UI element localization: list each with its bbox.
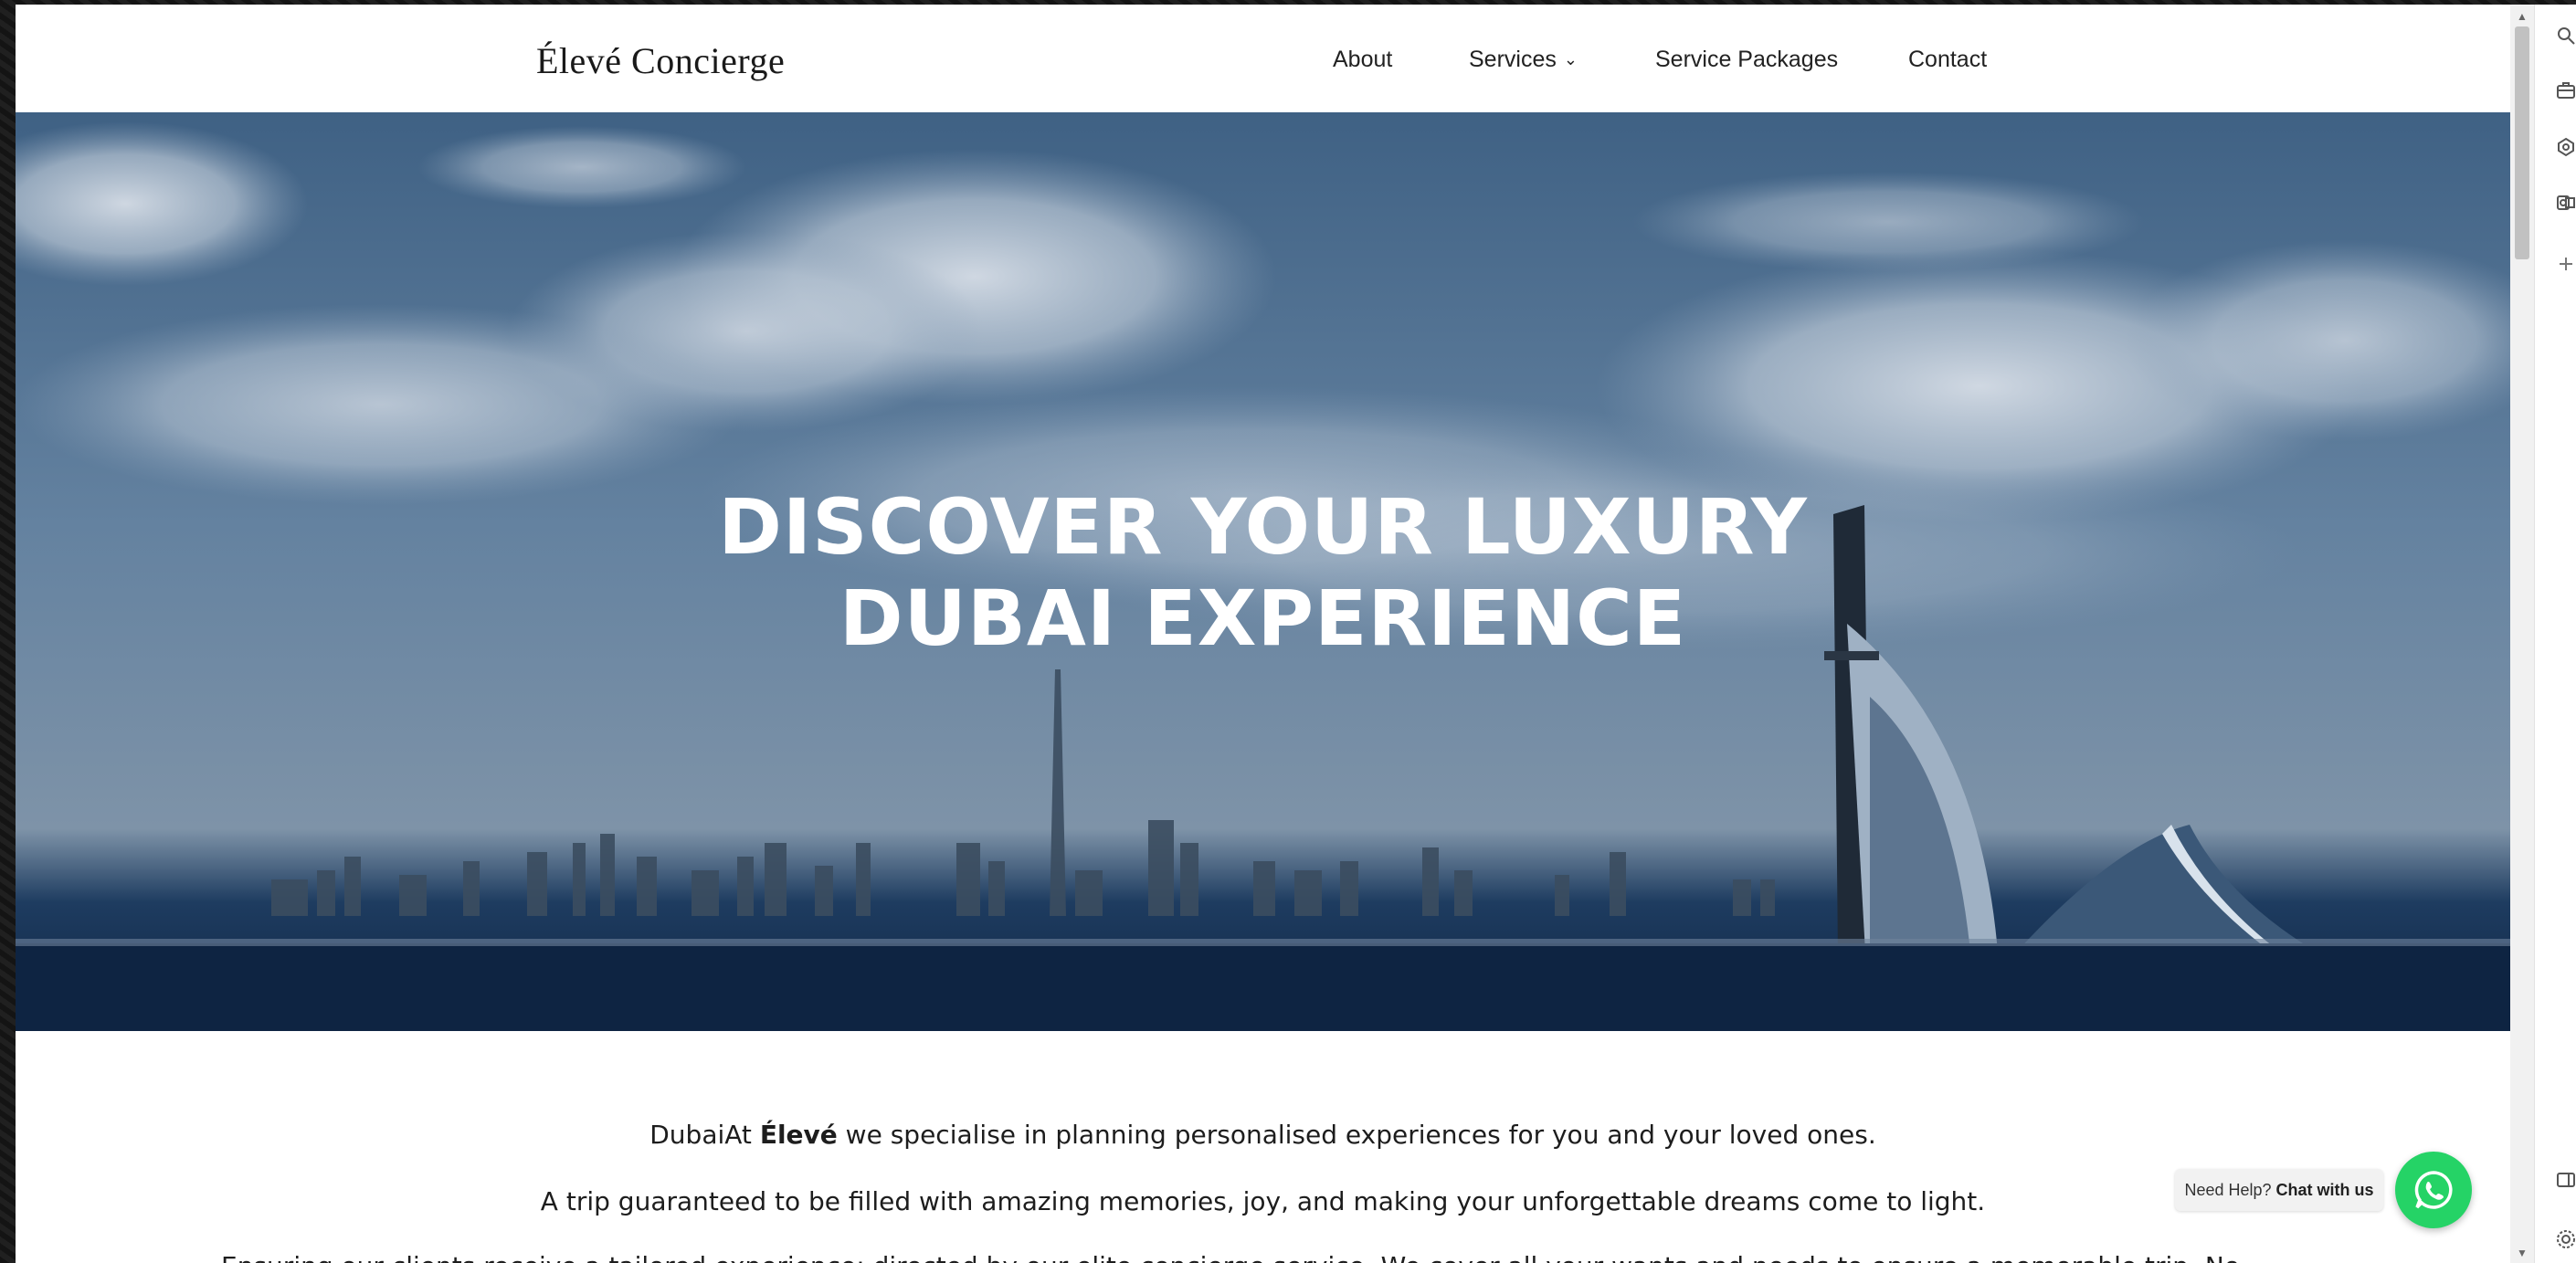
whatsapp-icon — [2414, 1171, 2453, 1209]
search-icon[interactable] — [2555, 25, 2576, 47]
nav-services-label: Services — [1469, 47, 1557, 72]
whatsapp-chat-button[interactable] — [2395, 1152, 2472, 1228]
intro-line-1: DubaiAt Élevé we specialise in planning … — [16, 1120, 2510, 1150]
sidebar-icon[interactable] — [2555, 1169, 2576, 1191]
nav-contact-link[interactable]: Contact — [1908, 47, 1987, 73]
extension-icon[interactable] — [2555, 136, 2576, 158]
chat-help-prefix: Need Help? — [2184, 1181, 2276, 1199]
intro-line-2: A trip guaranteed to be filled with amaz… — [540, 1186, 1986, 1216]
intro-line-3: Ensuring our clients receive a tailored … — [134, 1251, 2327, 1263]
nav-service-packages-link[interactable]: Service Packages — [1655, 47, 1838, 73]
plus-icon[interactable] — [2555, 253, 2576, 275]
intro-line-1-prefix: DubaiAt — [649, 1120, 760, 1150]
main-nav: About Services ⌄ Service Packages Contact — [16, 47, 2510, 83]
hero-title: DISCOVER YOUR LUXURY DUBAI EXPERIENCE — [718, 482, 1808, 663]
scroll-thumb[interactable] — [2515, 26, 2529, 259]
browser-side-rail — [2534, 5, 2576, 1263]
hero-section: DISCOVER YOUR LUXURY DUBAI EXPERIENCE — [16, 112, 2510, 1031]
intro-section: DubaiAt Élevé we specialise in planning … — [16, 1031, 2510, 1263]
page-scrollbar[interactable]: ▲ ▼ — [2510, 5, 2534, 1263]
briefcase-icon[interactable] — [2555, 79, 2576, 101]
chat-help-link: Chat with us — [2275, 1181, 2374, 1199]
scroll-down-arrow-icon[interactable]: ▼ — [2516, 1247, 2528, 1259]
browser-viewport: Élevé Concierge About Services ⌄ Service … — [16, 5, 2510, 1263]
intro-line-1-suffix: we specialise in planning personalised e… — [837, 1120, 1876, 1150]
site-header: Élevé Concierge About Services ⌄ Service … — [16, 5, 2510, 112]
chat-help-label[interactable]: Need Help? Chat with us — [2175, 1169, 2383, 1211]
nav-about-link[interactable]: About — [1333, 47, 1392, 73]
settings-icon[interactable] — [2555, 1228, 2576, 1250]
intro-brand-name: Élevé — [759, 1120, 838, 1150]
chevron-down-icon: ⌄ — [1563, 50, 1578, 68]
outlook-icon[interactable] — [2555, 192, 2576, 214]
scroll-up-arrow-icon[interactable]: ▲ — [2516, 10, 2528, 23]
nav-services-link[interactable]: Services ⌄ — [1469, 47, 1578, 73]
